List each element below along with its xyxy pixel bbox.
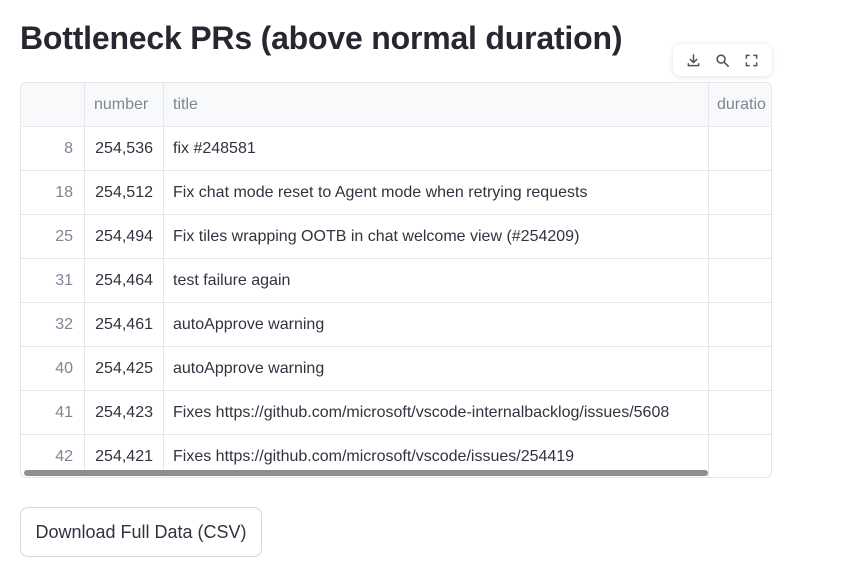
cell-duration[interactable] — [709, 215, 771, 259]
cell-duration[interactable] — [709, 435, 771, 477]
column-header-number[interactable]: number — [85, 83, 164, 127]
cell-number[interactable]: 254,423 — [85, 391, 164, 435]
cell-title[interactable]: autoApprove warning — [164, 347, 709, 391]
row-index: 31 — [21, 259, 85, 303]
download-icon — [687, 53, 700, 66]
row-index: 41 — [21, 391, 85, 435]
search-icon — [716, 53, 729, 67]
table-header-row: number title duratio — [21, 83, 771, 127]
table-row[interactable]: 8 254,536 fix #248581 — [21, 127, 771, 171]
fullscreen-icon — [745, 54, 758, 66]
row-index: 40 — [21, 347, 85, 391]
cell-duration[interactable] — [709, 347, 771, 391]
cell-number[interactable]: 254,536 — [85, 127, 164, 171]
download-csv-button[interactable]: Download Full Data (CSV) — [20, 507, 262, 557]
column-header-title[interactable]: title — [164, 83, 709, 127]
row-index: 25 — [21, 215, 85, 259]
cell-title[interactable]: Fixes https://github.com/microsoft/vscod… — [164, 391, 709, 435]
cell-duration[interactable] — [709, 171, 771, 215]
table-toolbar — [673, 44, 772, 76]
table-row[interactable]: 18 254,512 Fix chat mode reset to Agent … — [21, 171, 771, 215]
data-table[interactable]: number title duratio 8 254,536 fix #2485… — [20, 82, 772, 478]
row-index: 32 — [21, 303, 85, 347]
table-row[interactable]: 25 254,494 Fix tiles wrapping OOTB in ch… — [21, 215, 771, 259]
fullscreen-button[interactable] — [740, 48, 764, 72]
row-index: 8 — [21, 127, 85, 171]
column-header-duration[interactable]: duratio — [709, 83, 771, 127]
cell-number[interactable]: 254,461 — [85, 303, 164, 347]
table-row[interactable]: 41 254,423 Fixes https://github.com/micr… — [21, 391, 771, 435]
horizontal-scrollbar[interactable] — [24, 470, 708, 476]
cell-title[interactable]: fix #248581 — [164, 127, 709, 171]
column-header-index[interactable] — [21, 83, 85, 127]
cell-duration[interactable] — [709, 303, 771, 347]
cell-number[interactable]: 254,494 — [85, 215, 164, 259]
table-row[interactable]: 40 254,425 autoApprove warning — [21, 347, 771, 391]
table-row[interactable]: 31 254,464 test failure again — [21, 259, 771, 303]
row-index: 18 — [21, 171, 85, 215]
cell-duration[interactable] — [709, 127, 771, 171]
search-button[interactable] — [711, 48, 735, 72]
cell-title[interactable]: test failure again — [164, 259, 709, 303]
cell-number[interactable]: 254,512 — [85, 171, 164, 215]
cell-duration[interactable] — [709, 259, 771, 303]
cell-duration[interactable] — [709, 391, 771, 435]
table-row[interactable]: 32 254,461 autoApprove warning — [21, 303, 771, 347]
cell-title[interactable]: Fix chat mode reset to Agent mode when r… — [164, 171, 709, 215]
cell-title[interactable]: Fix tiles wrapping OOTB in chat welcome … — [164, 215, 709, 259]
download-button[interactable] — [682, 48, 706, 72]
page-title: Bottleneck PRs (above normal duration) — [20, 20, 623, 56]
cell-number[interactable]: 254,425 — [85, 347, 164, 391]
cell-title[interactable]: autoApprove warning — [164, 303, 709, 347]
cell-number[interactable]: 254,464 — [85, 259, 164, 303]
